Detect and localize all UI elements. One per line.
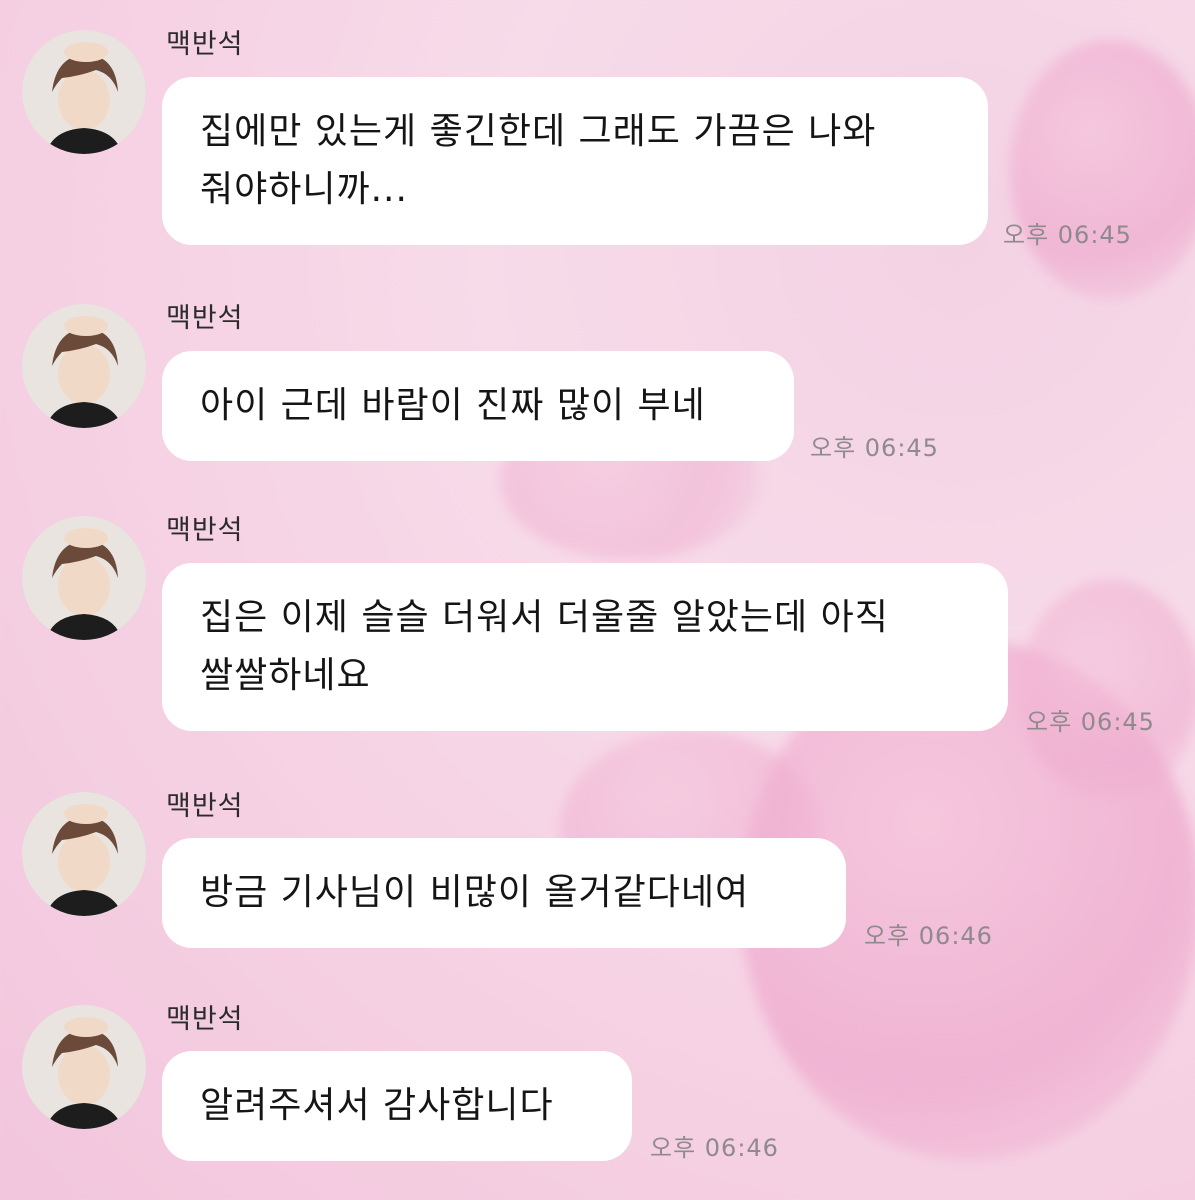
message-time: 오후 06:45: [1026, 708, 1155, 736]
message-time: 오후 06:45: [1003, 221, 1132, 249]
message-bubble[interactable]: 아이 근데 바람이 진짜 많이 부네: [162, 351, 794, 461]
profile-photo-icon[interactable]: [22, 1005, 146, 1129]
message-bubble[interactable]: 방금 기사님이 비많이 올거같다네여: [162, 838, 846, 948]
message-line: 줘야하니까...: [200, 169, 408, 210]
background-heart: [1020, 580, 1195, 800]
message-time: 오후 06:45: [810, 434, 939, 462]
message-line: 알려주셔서 감사합니다: [200, 1085, 554, 1126]
profile-photo-icon[interactable]: [22, 30, 146, 154]
message-bubble[interactable]: 집은 이제 슬슬 더워서 더울줄 알았는데 아직 쌀쌀하네요: [162, 563, 1008, 731]
profile-photo-icon[interactable]: [22, 792, 146, 916]
profile-photo-icon[interactable]: [22, 304, 146, 428]
background-heart: [1010, 40, 1195, 300]
profile-photo-icon[interactable]: [22, 516, 146, 640]
sender-name: 맥반석: [166, 29, 244, 60]
message-line: 방금 기사님이 비많이 올거같다네여: [200, 872, 750, 913]
message-time: 오후 06:46: [864, 922, 993, 950]
sender-name: 맥반석: [166, 303, 244, 334]
message-bubble[interactable]: 알려주셔서 감사합니다: [162, 1051, 632, 1161]
message-line: 아이 근데 바람이 진짜 많이 부네: [200, 385, 706, 426]
message-line: 집은 이제 슬슬 더워서 더울줄 알았는데 아직: [200, 597, 889, 638]
sender-name: 맥반석: [166, 1004, 244, 1035]
sender-name: 맥반석: [166, 515, 244, 546]
message-bubble[interactable]: 집에만 있는게 좋긴한데 그래도 가끔은 나와 줘야하니까...: [162, 77, 988, 245]
sender-name: 맥반석: [166, 791, 244, 822]
message-line: 집에만 있는게 좋긴한데 그래도 가끔은 나와: [200, 111, 877, 152]
message-time: 오후 06:46: [650, 1134, 779, 1162]
message-line: 쌀쌀하네요: [200, 655, 371, 696]
